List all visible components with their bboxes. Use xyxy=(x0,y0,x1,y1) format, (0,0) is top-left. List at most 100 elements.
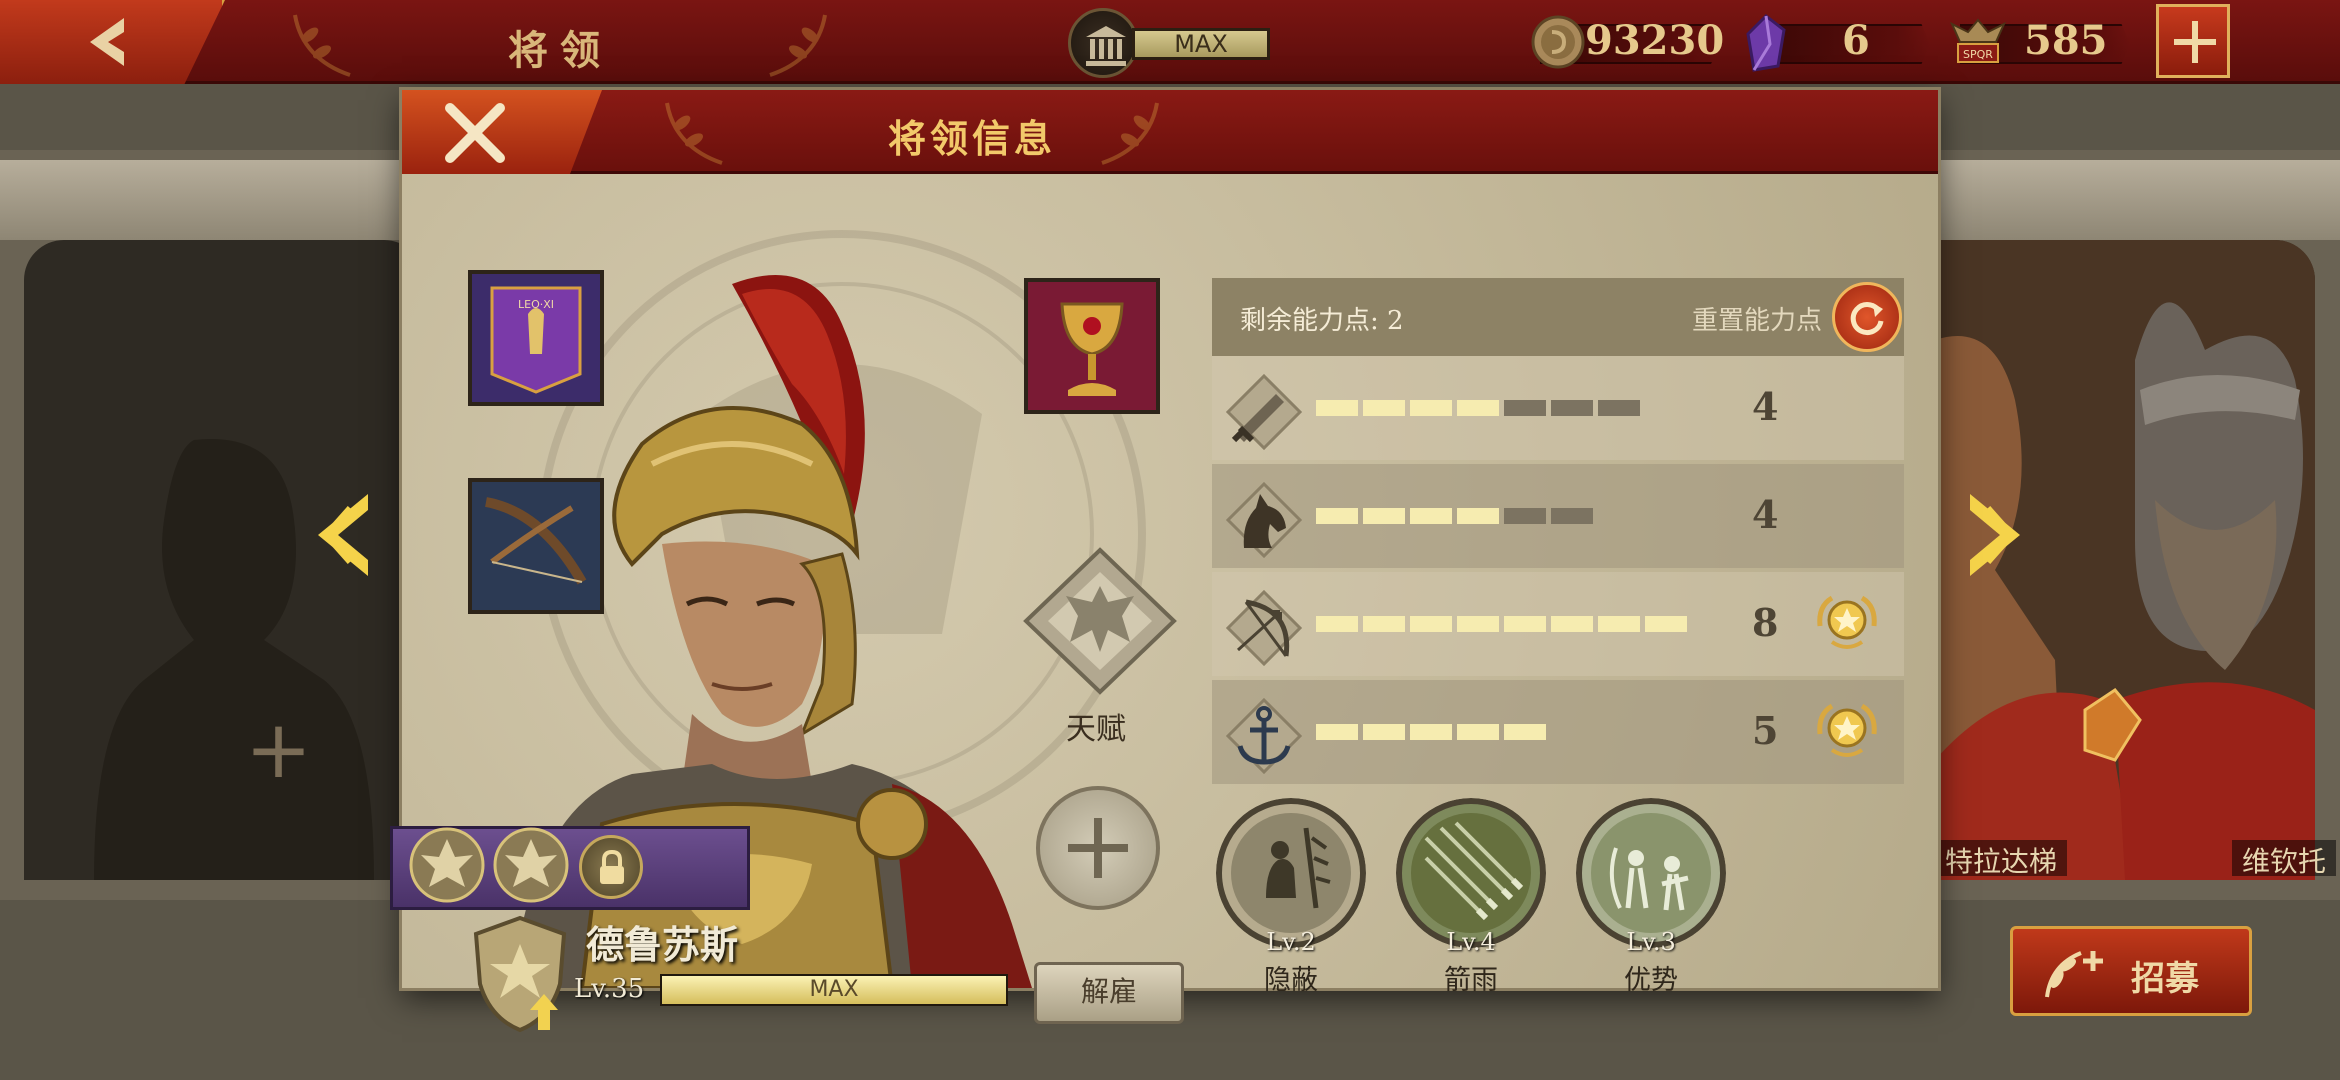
stat-segment-empty xyxy=(1551,508,1593,524)
stat-segment-filled xyxy=(1363,400,1405,416)
stat-row: 5 xyxy=(1212,680,1904,784)
talent-label: 天赋 xyxy=(1066,712,1126,747)
skill-arrow-rain[interactable]: Lv.4 箭雨 xyxy=(1396,798,1546,996)
stat-segment-filled xyxy=(1504,616,1546,632)
coin-count: 93230 xyxy=(1585,17,1725,64)
stat-segment-empty xyxy=(1598,400,1640,416)
rival-hero-name-left: 特拉达梯 xyxy=(1935,840,2068,878)
advantage-skill-icon xyxy=(1576,798,1726,948)
previous-hero-arrow-icon[interactable] xyxy=(310,490,372,580)
stat-segment-filled xyxy=(1363,616,1405,632)
dismiss-button[interactable]: 解雇 xyxy=(1034,962,1184,1024)
skill-name: 优势 xyxy=(1624,965,1678,996)
stat-segment-filled xyxy=(1316,616,1358,632)
stat-value: 8 xyxy=(1752,600,1779,645)
bow-icon xyxy=(1226,590,1302,666)
goblet-icon xyxy=(1028,282,1156,410)
hero-level: Lv.35 xyxy=(574,974,645,1004)
horse-icon xyxy=(1226,482,1302,558)
ability-points-bar: 剩余能力点: 2 重置能力点 xyxy=(1212,278,1904,356)
stat-segment-filled xyxy=(1316,724,1358,740)
stat-segment-filled xyxy=(1410,400,1452,416)
laurel-icon xyxy=(665,102,723,165)
svg-text:LEO·XI: LEO·XI xyxy=(518,298,554,311)
spqr-count: 585 xyxy=(2024,17,2108,64)
stat-segment-filled xyxy=(1551,616,1593,632)
gold-medal-icon xyxy=(1817,703,1877,757)
laurel-icon xyxy=(1101,102,1159,165)
locked-rank-badge[interactable] xyxy=(579,835,643,899)
hero-silhouette-icon xyxy=(94,439,374,880)
hero-info-dialog: 将领信息 LEO·XI 天赋 德鲁苏斯 Lv.35 MAX 解雇 剩余能力点: … xyxy=(390,90,1938,1033)
rival-hero-name-right: 维钦托 xyxy=(2232,840,2337,878)
skill-name: 箭雨 xyxy=(1444,965,1498,996)
gold-medal-icon xyxy=(1817,595,1877,649)
stat-segment-empty xyxy=(1551,400,1593,416)
stat-segment-filled xyxy=(1598,616,1640,632)
back-button[interactable] xyxy=(0,0,225,84)
reset-points-button[interactable] xyxy=(1832,282,1902,352)
gem-icon xyxy=(1746,14,1786,72)
refresh-icon xyxy=(1850,302,1884,336)
rank-badge-icon xyxy=(409,827,485,903)
add-resource-button[interactable] xyxy=(2156,4,2230,78)
stat-segment-filled xyxy=(1457,508,1499,524)
coin-icon xyxy=(1531,15,1585,69)
stat-row: 8 xyxy=(1212,572,1904,676)
stat-segment-filled xyxy=(1457,400,1499,416)
svg-text:SPQR: SPQR xyxy=(1963,48,1993,61)
anchor-icon xyxy=(1226,698,1302,774)
ambush-skill-icon xyxy=(1216,798,1366,948)
stat-segment-empty xyxy=(1504,400,1546,416)
stat-segment-filled xyxy=(1645,616,1687,632)
next-hero-arrow-icon[interactable] xyxy=(1966,490,2028,580)
laurel-icon xyxy=(769,14,827,77)
rank-bar xyxy=(390,826,750,910)
stat-segment-filled xyxy=(1457,724,1499,740)
stat-row: 4 xyxy=(1212,356,1904,460)
close-icon xyxy=(445,103,505,163)
hero-rank-shield-icon xyxy=(473,915,567,1033)
stat-segment-filled xyxy=(1504,724,1546,740)
banner-icon: LEO·XI xyxy=(472,274,600,402)
skill-level: Lv.3 xyxy=(1626,928,1676,956)
skill-name: 隐蔽 xyxy=(1264,965,1318,996)
page-title: 将领 xyxy=(508,27,612,74)
remaining-points-label: 剩余能力点: 2 xyxy=(1240,306,1404,336)
equipment-slot-crossbow[interactable] xyxy=(468,478,604,614)
spqr-eagle-icon: SPQR xyxy=(1949,18,2007,63)
stat-value: 5 xyxy=(1752,708,1779,753)
recruit-laurel-icon xyxy=(2045,951,2103,998)
close-button[interactable] xyxy=(402,90,602,174)
add-hero-icon[interactable]: + xyxy=(245,710,312,790)
gem-count: 6 xyxy=(1842,17,1870,64)
recruit-label: 招募 xyxy=(2131,959,2199,999)
talent-eagle-icon[interactable] xyxy=(1022,546,1178,696)
stat-value: 4 xyxy=(1752,384,1779,429)
laurel-icon xyxy=(293,14,351,77)
skill-level: Lv.2 xyxy=(1266,928,1316,956)
rank-badge-icon xyxy=(493,827,569,903)
skill-ambush[interactable]: Lv.2 隐蔽 xyxy=(1216,798,1366,996)
lock-icon xyxy=(600,850,624,884)
crossbow-icon xyxy=(472,482,600,610)
building-icon[interactable] xyxy=(1068,8,1138,78)
stat-segment-filled xyxy=(1316,400,1358,416)
dialog-body: LEO·XI 天赋 德鲁苏斯 Lv.35 MAX 解雇 剩余能力点: 2 重置能… xyxy=(390,174,1938,1033)
skill-advantage[interactable]: Lv.3 优势 xyxy=(1576,798,1726,996)
sword-icon xyxy=(1226,374,1302,450)
stat-segment-filled xyxy=(1410,508,1452,524)
equipment-slot-goblet[interactable] xyxy=(1024,278,1160,414)
skill-level: Lv.4 xyxy=(1446,928,1496,956)
temple-icon xyxy=(1086,26,1126,66)
equipment-slot-banner[interactable]: LEO·XI xyxy=(468,270,604,406)
stat-segment-empty xyxy=(1504,508,1546,524)
stat-row: 4 xyxy=(1212,464,1904,568)
hero-xp-text: MAX xyxy=(809,977,859,1002)
add-equipment-button[interactable] xyxy=(1036,786,1160,910)
dialog-header: 将领信息 xyxy=(402,90,1938,174)
stat-value: 4 xyxy=(1752,492,1779,537)
stat-segment-filled xyxy=(1457,616,1499,632)
stat-segment-filled xyxy=(1410,724,1452,740)
recruit-button[interactable]: 招募 xyxy=(2010,926,2252,1016)
